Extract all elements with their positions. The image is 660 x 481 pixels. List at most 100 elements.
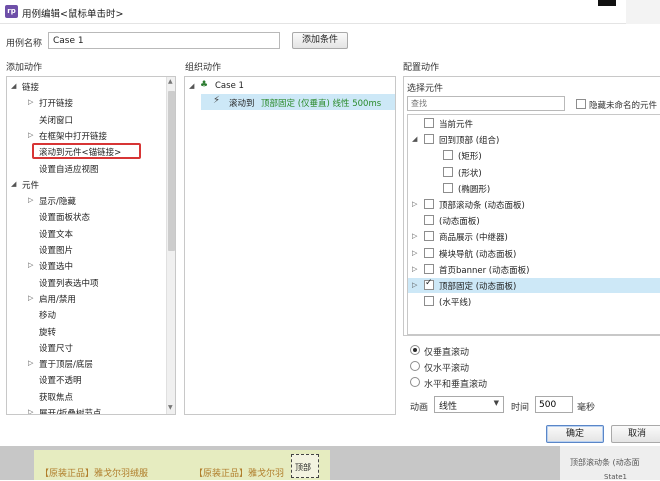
add-action-heading: 添加动作 — [6, 63, 43, 73]
widget-label[interactable]: (水平线) — [439, 296, 471, 308]
widget-checkbox[interactable] — [424, 263, 434, 274]
collapsed-arrow-icon[interactable]: ▷ — [412, 265, 417, 273]
widget-label[interactable]: 模块导航 (动态面板) — [439, 248, 516, 260]
action-item[interactable]: 移动 — [39, 309, 56, 321]
widget-label[interactable]: (形状) — [458, 167, 482, 179]
widget-checkbox[interactable] — [424, 199, 434, 209]
action-item[interactable]: 设置图片 — [39, 244, 73, 256]
action-item[interactable]: 旋转 — [39, 326, 56, 338]
organize-action-panel: ◢ ♣ Case 1 ⚡ 滚动到 顶部固定 (仅垂直) 线性 500ms — [184, 76, 396, 415]
product-text-1: 【原装正品】雅戈尔羽绒服 — [40, 469, 149, 479]
scroll-up-icon[interactable]: ▲ — [168, 78, 173, 85]
time-label: 时间 — [511, 403, 530, 413]
widget-tree: 当前元件 ◢ 回到顶部 (组合) (矩形) (形状) (椭圆形) ▷ 顶部滚动条 (动态面板)… — [407, 114, 660, 335]
action-category[interactable]: 元件 — [22, 179, 39, 191]
widget-label[interactable]: 当前元件 — [439, 118, 473, 130]
collapsed-arrow-icon[interactable]: ▷ — [412, 232, 417, 240]
action-item[interactable]: 获取焦点 — [39, 391, 73, 403]
outline-item[interactable]: 顶部滚动条 (动态面 — [570, 457, 640, 468]
action-item[interactable]: 打开链接 — [39, 97, 73, 109]
scroll-option-label: 水平和垂直滚动 — [424, 380, 488, 390]
window-title: 用例编辑<鼠标单击时> — [22, 9, 124, 20]
scroll-option-label: 仅水平滚动 — [424, 364, 470, 374]
title-bar: rp 用例编辑<鼠标单击时> — [0, 0, 660, 24]
hide-unnamed-label: 隐藏未命名的元件 — [589, 101, 658, 111]
action-item[interactable]: 在框架中打开链接 — [39, 130, 107, 142]
widget-label[interactable]: (矩形) — [458, 150, 482, 162]
organize-action-heading: 组织动作 — [185, 63, 222, 73]
action-item[interactable]: 设置文本 — [39, 228, 73, 240]
widget-label[interactable]: (动态面板) — [439, 215, 480, 227]
widget-checkbox[interactable] — [424, 278, 434, 290]
scroll-radio[interactable] — [410, 345, 420, 355]
action-item[interactable]: 关闭窗口 — [39, 114, 73, 126]
collapsed-arrow-icon[interactable]: ▷ — [412, 281, 417, 289]
chevron-down-icon: ▼ — [493, 399, 499, 407]
action-scrollbar-thumb[interactable] — [168, 91, 175, 251]
widget-checkbox[interactable] — [424, 215, 434, 226]
action-category[interactable]: 链接 — [22, 81, 39, 93]
collapsed-arrow-icon[interactable]: ▷ — [28, 359, 33, 367]
selected-action-row[interactable]: ⚡ 滚动到 顶部固定 (仅垂直) 线性 500ms — [201, 94, 395, 110]
collapsed-arrow-icon[interactable]: ▷ — [28, 131, 33, 139]
configure-action-heading: 配置动作 — [403, 63, 440, 73]
widget-label[interactable]: 顶部滚动条 (动态面板) — [439, 199, 525, 211]
action-item[interactable]: 启用/禁用 — [39, 293, 76, 305]
action-verb: 滚动到 — [229, 99, 255, 109]
collapsed-arrow-icon[interactable]: ▷ — [28, 408, 33, 414]
select-widget-label: 选择元件 — [407, 84, 444, 94]
collapsed-arrow-icon[interactable]: ▷ — [412, 249, 417, 257]
action-item[interactable]: 设置面板状态 — [39, 211, 90, 223]
widget-checkbox[interactable] — [443, 166, 453, 177]
collapsed-arrow-icon[interactable]: ▷ — [28, 196, 33, 204]
cancel-button[interactable]: 取消 — [611, 425, 660, 443]
time-input[interactable] — [535, 396, 573, 413]
widget-label[interactable]: (椭圆形) — [458, 183, 490, 195]
widget-checkbox[interactable] — [424, 296, 434, 307]
ms-label: 毫秒 — [577, 403, 596, 413]
widget-checkbox[interactable] — [443, 150, 453, 161]
widget-label[interactable]: 顶部固定 (动态面板) — [439, 280, 516, 292]
action-item[interactable]: 显示/隐藏 — [39, 195, 76, 207]
animation-select[interactable]: 线性 ▼ — [434, 396, 504, 413]
action-item[interactable]: 设置自适应视图 — [39, 163, 99, 175]
action-scrollbar[interactable]: ▲ ▼ — [166, 77, 175, 414]
add-condition-button[interactable]: 添加条件 — [292, 32, 348, 49]
widget-search-input[interactable] — [407, 96, 565, 111]
action-item[interactable]: 置于顶层/底层 — [39, 358, 93, 370]
expanded-arrow-icon[interactable]: ◢ — [11, 82, 16, 90]
collapsed-arrow-icon[interactable]: ▷ — [28, 261, 33, 269]
widget-checkbox[interactable] — [424, 134, 434, 145]
expanded-arrow-icon[interactable]: ◢ — [11, 180, 16, 188]
handle-label: 顶部 — [295, 463, 311, 472]
collapsed-arrow-icon[interactable]: ▷ — [412, 200, 417, 208]
case-label[interactable]: Case 1 — [215, 81, 244, 91]
close-window-area[interactable] — [626, 0, 660, 24]
scroll-radio[interactable] — [410, 377, 420, 387]
widget-label[interactable]: 回到顶部 (组合) — [439, 134, 499, 146]
widget-checkbox[interactable] — [424, 231, 434, 242]
hide-unnamed-checkbox[interactable] — [576, 99, 586, 109]
selected-widget-handle[interactable]: 顶部 — [291, 454, 319, 478]
widget-checkbox[interactable] — [424, 247, 434, 258]
action-item[interactable]: 设置列表选中项 — [39, 277, 99, 289]
add-action-panel: ◢ 链接 ▷ 打开链接 关闭窗口 ▷ 在框架中打开链接 滚动到元件<锚链接> 设置自适应视图 ◢ 元… — [6, 76, 176, 415]
product-text-2: 【原装正品】雅戈尔羽 — [194, 469, 285, 479]
ok-button[interactable]: 确定 — [546, 425, 604, 443]
case-icon: ♣ — [200, 80, 209, 90]
action-item[interactable]: 展开/折叠树节点 — [39, 407, 101, 414]
scroll-down-icon[interactable]: ▼ — [168, 404, 173, 411]
action-item[interactable]: 设置尺寸 — [39, 342, 73, 354]
widget-label[interactable]: 首页banner (动态面板) — [439, 264, 529, 276]
widget-checkbox[interactable] — [424, 118, 434, 128]
case-expand-icon[interactable]: ◢ — [189, 82, 194, 90]
action-item[interactable]: 设置选中 — [39, 260, 73, 272]
collapsed-arrow-icon[interactable]: ▷ — [28, 294, 33, 302]
expanded-arrow-icon[interactable]: ◢ — [412, 135, 417, 143]
widget-checkbox[interactable] — [443, 182, 453, 193]
widget-label[interactable]: 商品展示 (中继器) — [439, 231, 508, 243]
case-name-input[interactable] — [48, 32, 280, 49]
action-item[interactable]: 设置不透明 — [39, 374, 82, 386]
collapsed-arrow-icon[interactable]: ▷ — [28, 98, 33, 106]
scroll-radio[interactable] — [410, 361, 420, 371]
